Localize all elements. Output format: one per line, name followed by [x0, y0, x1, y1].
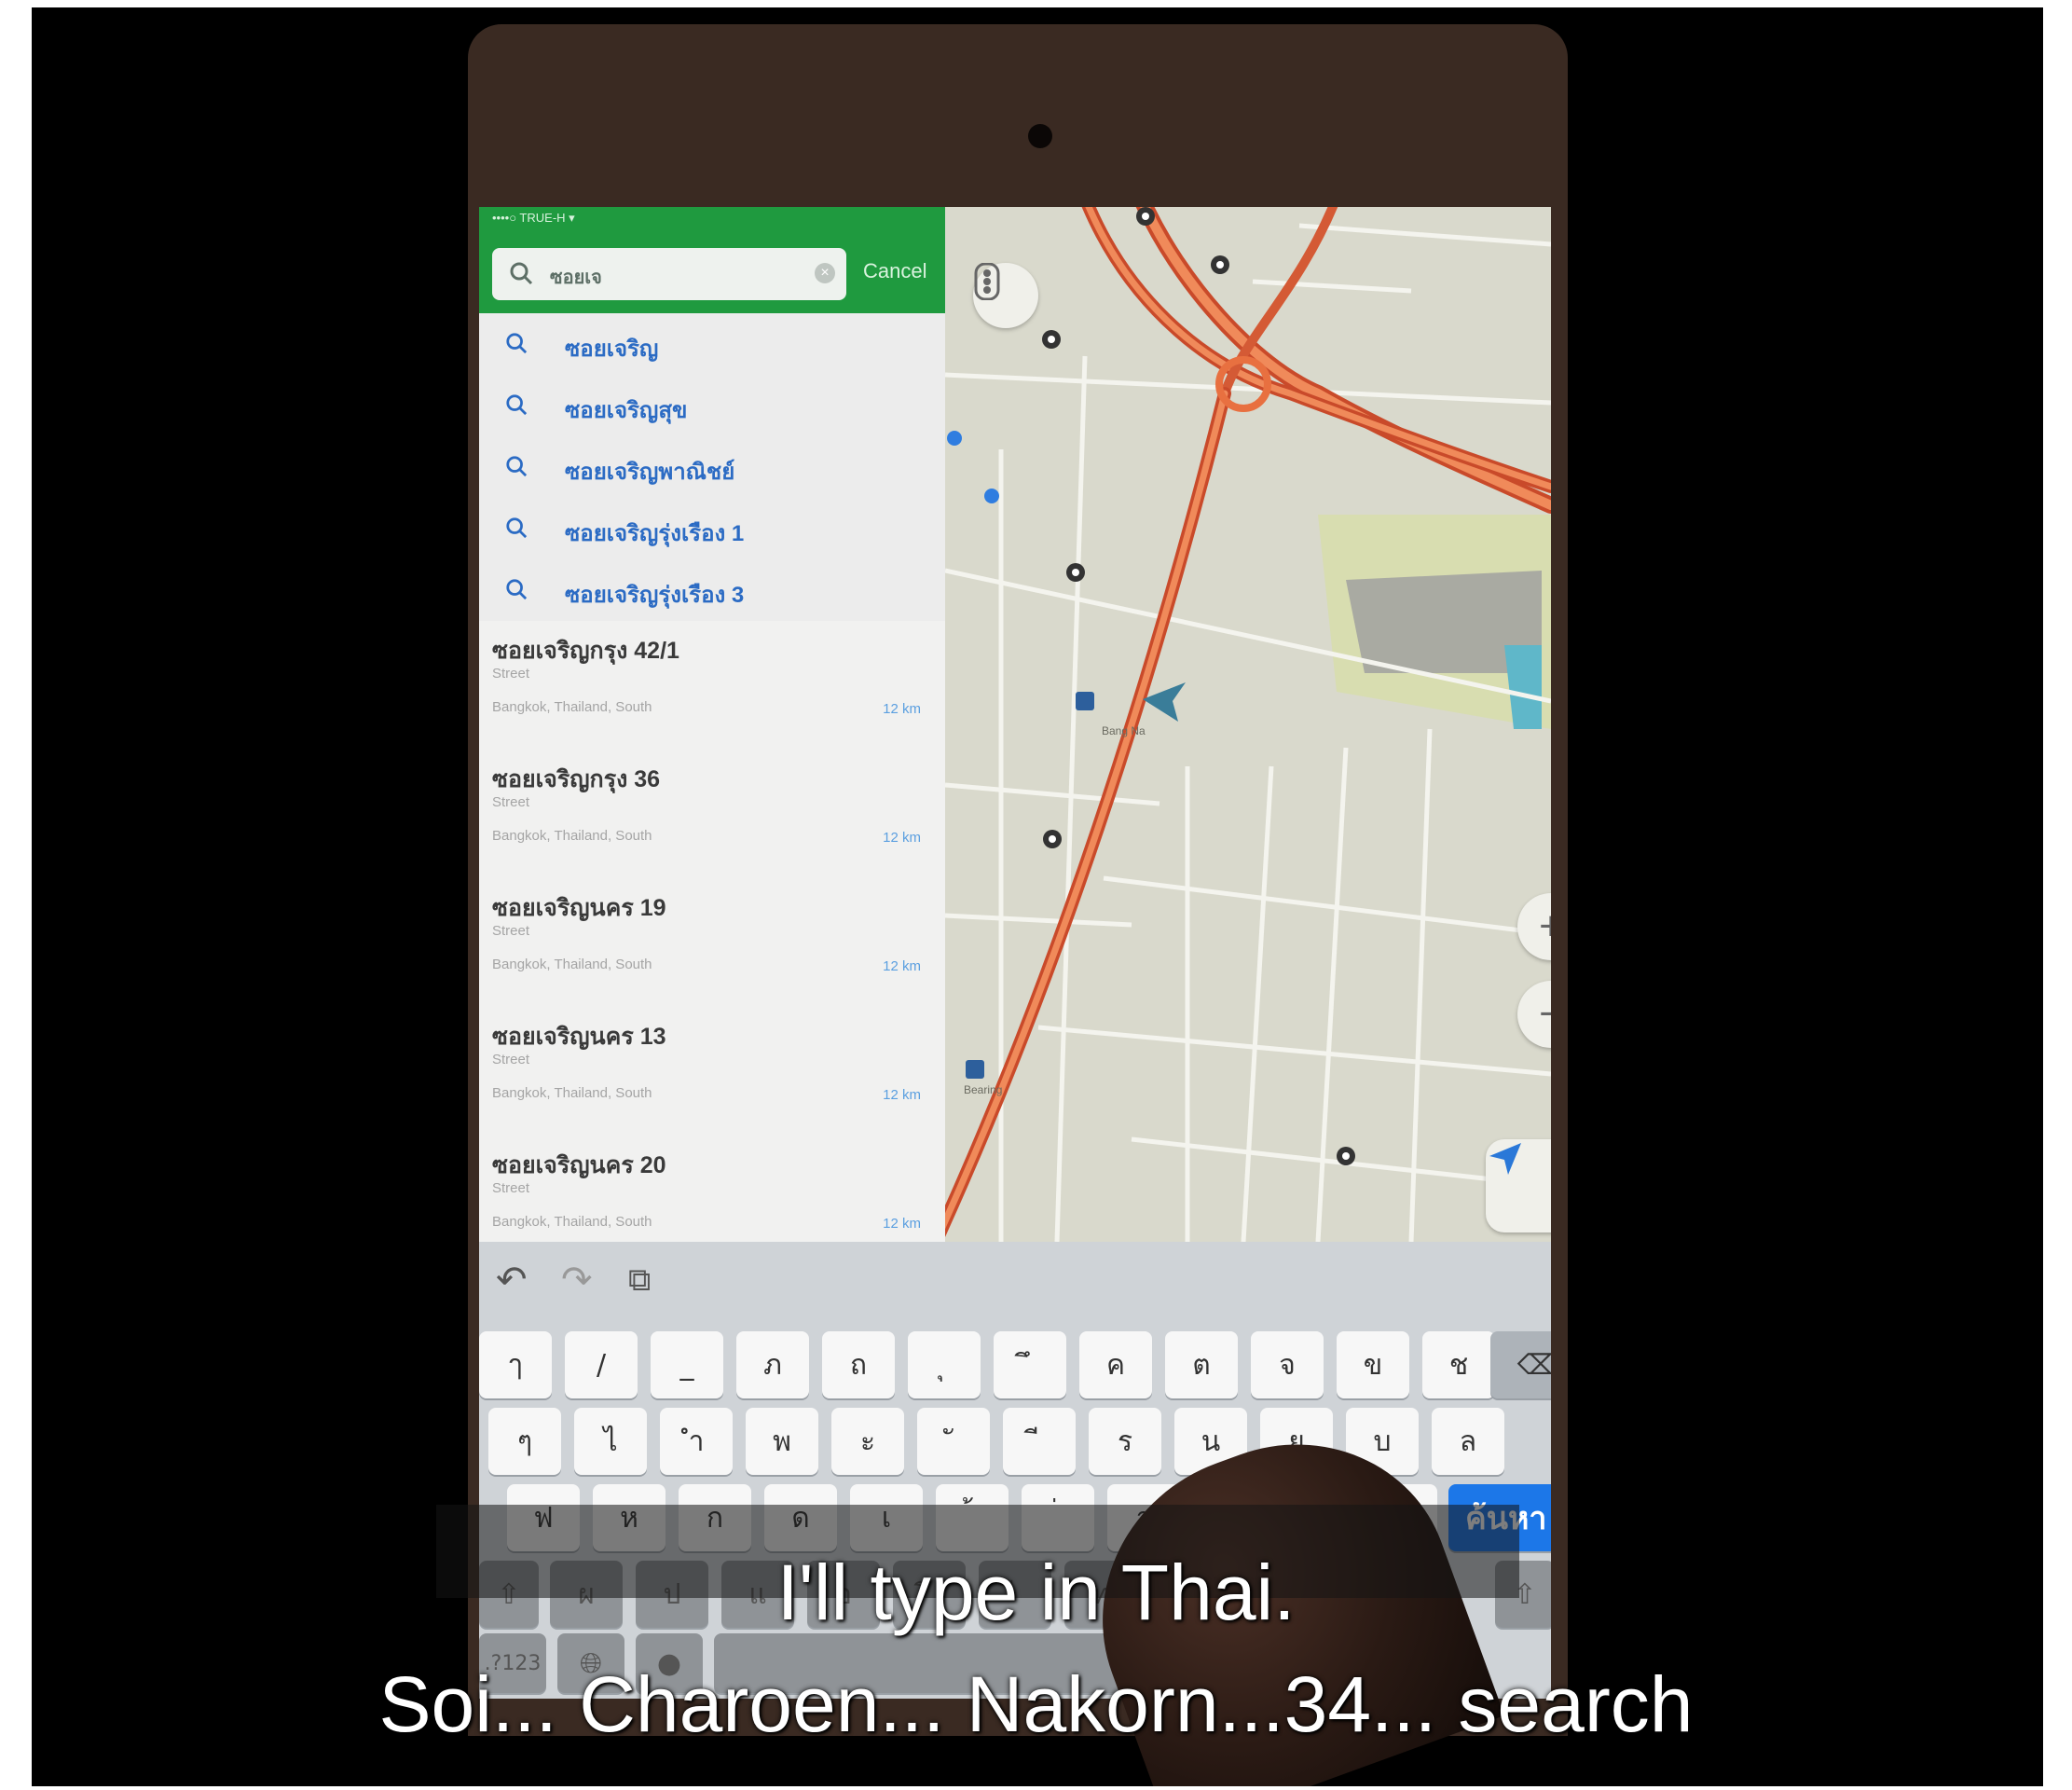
map-canvas[interactable] — [945, 207, 1551, 1242]
keyboard-key[interactable]: _ — [651, 1331, 723, 1398]
poi-label-bang-na: Bang Na — [1102, 724, 1146, 737]
suggestion-label: ซอยเจริญสุข — [565, 398, 688, 423]
suggestion-item[interactable]: ซอยเจริญ — [479, 313, 945, 376]
suggestion-label: ซอยเจริญพาณิชย์ — [565, 460, 735, 485]
keyboard-key[interactable]: ำ — [660, 1408, 733, 1475]
result-name: ซอยเจริญนคร 13 — [492, 1024, 666, 1050]
suggestion-item[interactable]: ซอยเจริญรุ่งเรือง 3 — [479, 559, 945, 622]
result-item[interactable]: ซอยเจริญกรุง 42/1 Street Bangkok, Thaila… — [479, 621, 945, 750]
keyboard-toolbar: ↶ ↷ ⧉ — [479, 1242, 1551, 1316]
traffic-button[interactable] — [973, 263, 1038, 328]
suggestion-label: ซอยเจริญรุ่งเรือง 3 — [565, 583, 745, 608]
result-name: ซอยเจริญกรุง 36 — [492, 766, 661, 792]
result-type: Street — [492, 1052, 530, 1067]
paste-icon[interactable]: ⧉ — [628, 1262, 651, 1299]
keyboard-key[interactable]: ค — [1079, 1331, 1152, 1398]
status-bar: ••••○ TRUE-H ▾ — [479, 207, 945, 235]
keyboard-key[interactable]: ถ — [822, 1331, 895, 1398]
result-address: Bangkok, Thailand, South — [492, 699, 652, 715]
result-item[interactable]: ซอยเจริญนคร 13 Street Bangkok, Thailand,… — [479, 1007, 945, 1136]
location-arrow-icon — [1489, 1143, 1521, 1175]
subtitle-line-1: I'll type in Thai. — [776, 1549, 1296, 1636]
subtitle-line-2: Soi... Charoen... Nakorn...34... search — [378, 1660, 1694, 1748]
search-icon — [506, 456, 528, 477]
poi-label-bearing: Bearing — [964, 1083, 1003, 1096]
result-distance: 12 km — [883, 701, 921, 717]
keyboard-key[interactable]: ช — [1422, 1331, 1495, 1398]
keyboard-key[interactable]: ี — [1003, 1408, 1076, 1475]
result-address: Bangkok, Thailand, South — [492, 1085, 652, 1101]
result-type: Street — [492, 1180, 530, 1196]
keyboard-key[interactable]: ะ — [831, 1408, 904, 1475]
keyboard-key[interactable]: ล — [1432, 1408, 1504, 1475]
suggestion-item[interactable]: ซอยเจริญพาณิชย์ — [479, 436, 945, 499]
result-item[interactable]: ซอยเจริญกรุง 36 Street Bangkok, Thailand… — [479, 750, 945, 879]
result-distance: 12 km — [883, 1216, 921, 1232]
search-input[interactable]: ซอยเจ × — [492, 248, 846, 300]
keyboard-key[interactable]: ั — [917, 1408, 990, 1475]
cancel-button[interactable]: Cancel — [863, 259, 926, 283]
search-input-value: ซอยเจ — [550, 268, 602, 288]
result-item[interactable]: ซอยเจริญนคร 19 Street Bangkok, Thailand,… — [479, 878, 945, 1008]
result-distance: 12 km — [883, 958, 921, 974]
backspace-key[interactable]: ⌫ — [1490, 1331, 1551, 1398]
search-header: ซอยเจ × Cancel — [479, 235, 945, 313]
keyboard-key[interactable]: / — [565, 1331, 638, 1398]
keyboard-key[interactable]: พ — [746, 1408, 818, 1475]
search-panel: ••••○ TRUE-H ▾ ซอยเจ × Cancel ซอยเจริญ ซ… — [479, 207, 945, 1265]
keyboard-key[interactable]: ๅ — [479, 1331, 552, 1398]
result-distance: 12 km — [883, 1087, 921, 1103]
locate-me-button[interactable] — [1486, 1139, 1551, 1232]
result-type: Street — [492, 794, 530, 810]
traffic-icon — [974, 263, 1000, 300]
suggestion-item[interactable]: ซอยเจริญรุ่งเรือง 1 — [479, 498, 945, 560]
result-name: ซอยเจริญกรุง 42/1 — [492, 638, 679, 664]
result-address: Bangkok, Thailand, South — [492, 957, 652, 972]
result-address: Bangkok, Thailand, South — [492, 1214, 652, 1230]
result-distance: 12 km — [883, 830, 921, 846]
search-icon — [506, 394, 528, 416]
keyboard-key[interactable]: ึ — [994, 1331, 1066, 1398]
keyboard-key[interactable]: ภ — [736, 1331, 809, 1398]
search-icon — [506, 517, 528, 539]
suggestion-label: ซอยเจริญรุ่งเรือง 1 — [565, 521, 745, 546]
keyboard-key[interactable]: จ — [1251, 1331, 1324, 1398]
front-camera — [1028, 124, 1052, 148]
undo-icon[interactable]: ↶ — [496, 1259, 528, 1301]
keyboard-key[interactable]: ไ — [574, 1408, 647, 1475]
redo-icon[interactable]: ↷ — [561, 1259, 593, 1301]
result-address: Bangkok, Thailand, South — [492, 828, 652, 844]
keyboard-key[interactable]: ข — [1337, 1331, 1409, 1398]
keyboard-key[interactable]: ๆ — [488, 1408, 561, 1475]
search-icon — [506, 579, 528, 600]
clear-search-icon[interactable]: × — [815, 263, 835, 283]
result-name: ซอยเจริญนคร 20 — [492, 1152, 666, 1178]
result-type: Street — [492, 923, 530, 939]
search-icon — [510, 262, 533, 285]
keyboard-key[interactable]: ต — [1165, 1331, 1238, 1398]
keyboard-key[interactable]: ุ — [908, 1331, 981, 1398]
map-view[interactable]: Bang Na Bearing + − — [945, 207, 1551, 1242]
result-name: ซอยเจริญนคร 19 — [492, 895, 666, 921]
search-icon — [506, 333, 528, 354]
suggestion-item[interactable]: ซอยเจริญสุข — [479, 375, 945, 437]
keyboard-key[interactable]: ร — [1089, 1408, 1161, 1475]
suggestion-label: ซอยเจริญ — [565, 337, 659, 362]
result-type: Street — [492, 666, 530, 682]
